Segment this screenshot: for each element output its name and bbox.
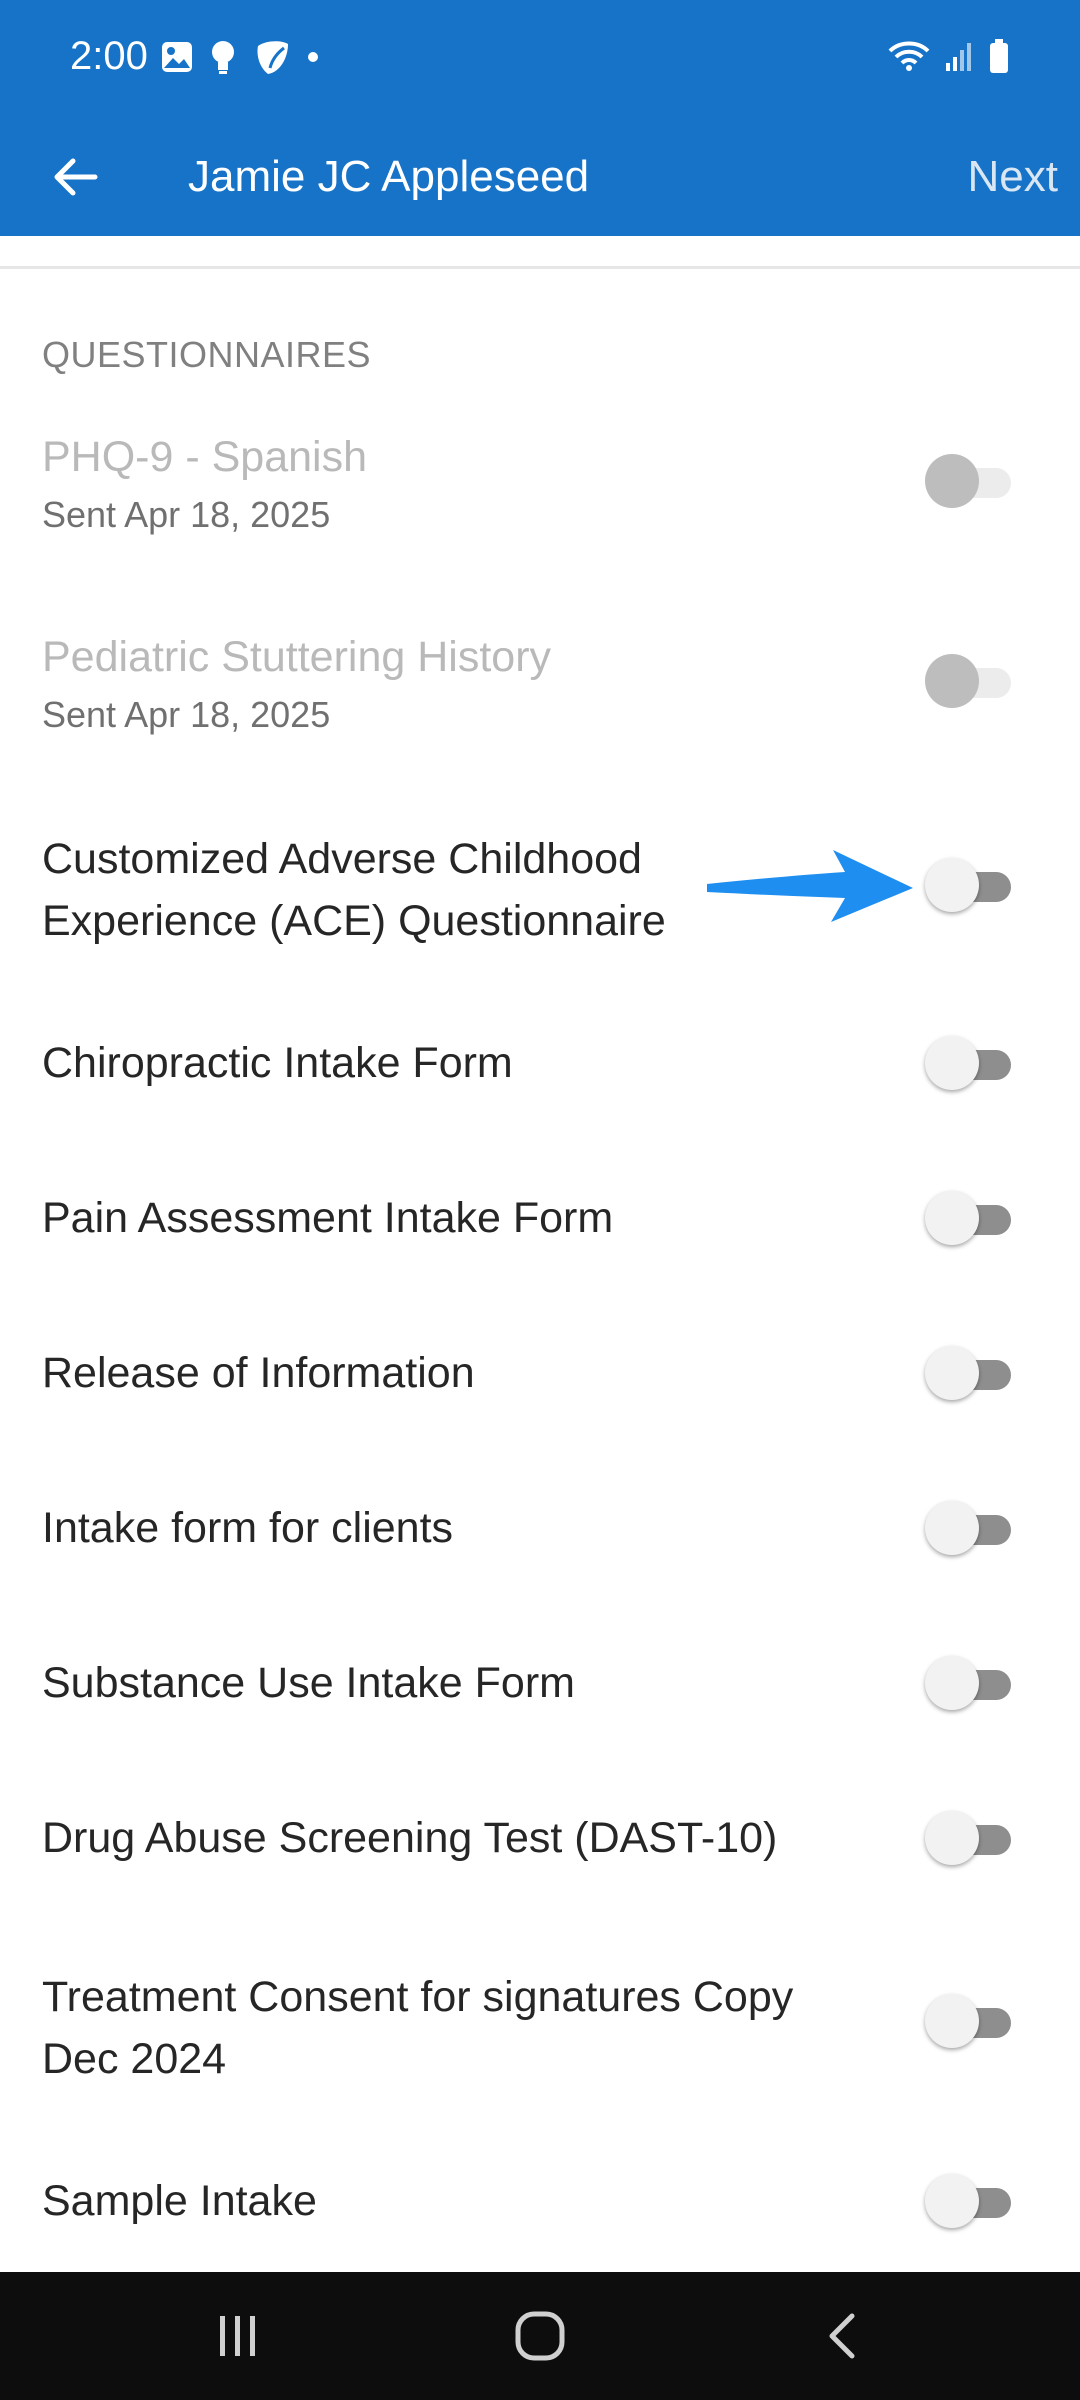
wifi-icon [888,41,930,71]
questionnaire-title: Substance Use Intake Form [42,1659,575,1707]
list-item: PHQ-9 - Spanish Sent Apr 18, 2025 [0,420,1080,580]
list-item[interactable]: Sample Intake [0,2172,1080,2232]
divider [0,266,1080,269]
questionnaire-title: Customized Adverse Childhood Experience … [42,835,666,945]
recents-button[interactable] [198,2304,278,2368]
back-button[interactable] [40,142,110,212]
system-nav-bar [0,2272,1080,2400]
list-item[interactable]: Customized Adverse Childhood Experience … [0,824,1080,964]
questionnaire-title: Intake form for clients [42,1504,454,1552]
questionnaire-toggle[interactable] [925,1992,1011,2052]
questionnaire-toggle[interactable] [925,1499,1011,1559]
questionnaire-title: Treatment Consent for signatures Copy De… [42,1973,794,2083]
dot-icon [308,52,318,62]
questionnaire-toggle[interactable] [925,1654,1011,1714]
section-header: QUESTIONNAIRES [42,334,372,375]
questionnaire-title: PHQ-9 - Spanish [42,433,368,481]
next-button[interactable]: Next [968,142,1058,212]
questionnaire-toggle[interactable] [925,1809,1011,1869]
list-item: Pediatric Stuttering History Sent Apr 18… [0,620,1080,780]
status-right-icons [888,38,1010,74]
app-bar: Jamie JC Appleseed Next [0,118,1080,236]
questionnaire-toggle[interactable] [925,2172,1011,2232]
list-item[interactable]: Chiropractic Intake Form [0,1034,1080,1094]
list-item[interactable]: Pain Assessment Intake Form [0,1189,1080,1249]
home-button[interactable] [500,2304,580,2368]
status-bar: 2:00 [0,0,1080,118]
page-title: Jamie JC Appleseed [188,152,590,201]
list-item[interactable]: Drug Abuse Screening Test (DAST-10) [0,1809,1080,1869]
questionnaire-toggle[interactable] [925,652,1011,712]
questionnaire-title: Pain Assessment Intake Form [42,1194,614,1242]
questionnaire-title: Sample Intake [42,2177,317,2225]
questionnaire-toggle[interactable] [925,1189,1011,1249]
battery-icon [990,39,1008,73]
questionnaire-sent-date: Sent Apr 18, 2025 [42,694,331,735]
questionnaire-toggle[interactable] [925,1344,1011,1404]
home-icon [515,2311,565,2361]
list-item[interactable]: Release of Information [0,1344,1080,1404]
questionnaire-sent-date: Sent Apr 18, 2025 [42,494,331,535]
list-item[interactable]: Treatment Consent for signatures Copy De… [0,1962,1080,2102]
gallery-icon [162,42,192,72]
questionnaire-toggle[interactable] [925,856,1011,916]
back-icon [829,2313,855,2359]
recents-icon [220,2316,255,2356]
status-time: 2:00 [70,34,148,78]
questionnaire-toggle[interactable] [925,452,1011,512]
signal-icon [946,43,971,71]
questionnaire-title: Release of Information [42,1349,475,1397]
nav-back-button[interactable] [802,2304,882,2368]
questionnaire-toggle[interactable] [925,1034,1011,1094]
status-left-icons [160,38,320,76]
list-item[interactable]: Substance Use Intake Form [0,1654,1080,1714]
pointer-arrow-icon [707,850,913,922]
arrow-left-icon [54,158,98,196]
bulb-icon [212,41,234,74]
questionnaire-title: Pediatric Stuttering History [42,633,552,681]
questionnaire-title: Chiropractic Intake Form [42,1039,513,1087]
questionnaire-title: Drug Abuse Screening Test (DAST-10) [42,1814,778,1862]
list-item[interactable]: Intake form for clients [0,1499,1080,1559]
app-icon [257,41,288,74]
